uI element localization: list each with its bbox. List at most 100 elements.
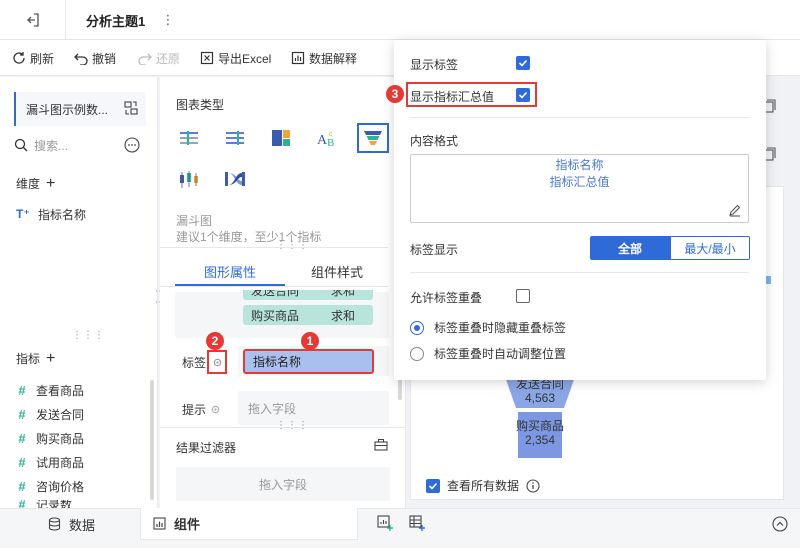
- show-total-checkbox[interactable]: [516, 88, 530, 102]
- table-chart-icon[interactable]: [174, 124, 204, 152]
- tab-component-style[interactable]: 组件样式: [285, 258, 389, 284]
- refresh-label: 刷新: [30, 51, 55, 66]
- label-field-pill[interactable]: 指标名称: [243, 349, 374, 374]
- treemap-chart-icon[interactable]: [266, 124, 296, 152]
- metric-label: 购买商品: [36, 431, 85, 446]
- splitter-handle[interactable]: ⋮⋮⋮: [72, 330, 105, 341]
- add-dimension-icon[interactable]: +: [46, 175, 55, 192]
- metric-pill-agg: 求和: [330, 308, 355, 323]
- sankey-chart-icon[interactable]: [220, 165, 250, 193]
- label-display-minmax-button[interactable]: 最大/最小: [670, 236, 750, 260]
- radio-adjust-label: 标签重叠时自动调整位置: [434, 347, 567, 361]
- tab-graph-properties[interactable]: 图形属性: [175, 258, 285, 284]
- metric-label: 咨询价格: [36, 479, 85, 494]
- add-metric-icon[interactable]: +: [46, 350, 55, 367]
- number-field-icon: #: [18, 430, 26, 446]
- metric-pill-buy[interactable]: 购买商品 求和: [243, 305, 373, 325]
- word-cloud-icon[interactable]: ABc: [312, 124, 342, 152]
- overlap-hide-option[interactable]: 标签重叠时隐藏重叠标签: [410, 319, 566, 336]
- chart-type-title: 图表类型: [176, 98, 225, 112]
- metric-title: 指标: [16, 352, 41, 366]
- undo-button[interactable]: 撤销: [74, 48, 116, 68]
- bottom-tab-component-label: 组件: [174, 517, 201, 532]
- divider: [160, 286, 388, 287]
- number-field-icon: #: [18, 382, 26, 398]
- metric-pill-label: 购买商品: [251, 308, 300, 323]
- exit-icon: [26, 13, 39, 27]
- edit-icon[interactable]: [728, 203, 742, 220]
- dataset-switch-icon[interactable]: [124, 101, 138, 118]
- filter-settings-icon[interactable]: [374, 438, 388, 454]
- add-table-icon[interactable]: [409, 515, 425, 534]
- tooltip-drop-zone[interactable]: 拖入字段: [238, 391, 389, 425]
- metric-pill-label: 发送合同: [251, 290, 300, 298]
- funnel-label-value: 2,354: [524, 433, 556, 447]
- label-field-text: 指标名称: [253, 355, 302, 369]
- result-filter-title: 结果过滤器: [176, 441, 237, 455]
- collapse-up-icon[interactable]: [772, 516, 788, 535]
- detail-table-icon[interactable]: [220, 124, 250, 152]
- label-display-title: 标签显示: [410, 243, 459, 257]
- metric-item[interactable]: # 发送合同: [16, 405, 84, 423]
- show-label-text: 显示标签: [410, 58, 459, 72]
- left-scrollbar[interactable]: [150, 380, 154, 500]
- show-label-checkbox[interactable]: [516, 56, 530, 70]
- redo-button[interactable]: 还原: [138, 48, 180, 68]
- metric-item[interactable]: # 购买商品: [16, 429, 84, 447]
- metric-label: 查看商品: [36, 383, 85, 398]
- more-vertical-icon[interactable]: ⋮: [160, 12, 176, 28]
- view-all-data-toggle[interactable]: 查看所有数据: [426, 477, 540, 494]
- metric-item[interactable]: # 查看商品: [16, 381, 84, 399]
- dataset-name: 漏斗图示例数...: [26, 102, 109, 117]
- more-options-icon[interactable]: [124, 137, 140, 156]
- filter-splitter[interactable]: ⋮⋮⋮: [276, 420, 309, 431]
- data-explain-label: 数据解释: [309, 51, 358, 66]
- metric-item[interactable]: # 记录数: [16, 500, 72, 508]
- analysis-tab-title[interactable]: 分析主题1: [66, 0, 196, 40]
- radio-hide-label: 标签重叠时隐藏重叠标签: [434, 321, 567, 335]
- metric-section: 指标 +: [16, 350, 55, 367]
- database-icon: [48, 517, 61, 531]
- config-splitter[interactable]: ⋮⋮⋮: [276, 240, 309, 251]
- export-excel-button[interactable]: 导出Excel: [200, 48, 271, 68]
- format-token-name: 指标名称: [555, 158, 604, 172]
- back-button[interactable]: [0, 0, 66, 40]
- metric-item[interactable]: # 试用商品: [16, 453, 84, 471]
- redo-icon: [138, 53, 152, 65]
- bottom-tab-data[interactable]: 数据: [36, 508, 140, 540]
- metric-label: 试用商品: [36, 455, 85, 470]
- radio-hide-overlap[interactable]: [410, 320, 424, 335]
- step-badge-1: 1: [301, 332, 319, 350]
- field-search[interactable]: 搜索...: [14, 136, 114, 154]
- overlap-adjust-option[interactable]: 标签重叠时自动调整位置: [410, 345, 566, 362]
- radio-auto-adjust[interactable]: [410, 346, 424, 361]
- refresh-button[interactable]: 刷新: [12, 48, 54, 68]
- metric-pill-agg: 求和: [330, 290, 355, 298]
- search-input[interactable]: 搜索...: [34, 137, 68, 154]
- filter-drop-zone[interactable]: 拖入字段: [176, 467, 390, 501]
- allow-overlap-checkbox[interactable]: [516, 289, 530, 303]
- dimension-label: 指标名称: [38, 207, 87, 222]
- dimension-item[interactable]: T⁺ 指标名称: [16, 205, 86, 223]
- label-settings-button[interactable]: [207, 350, 227, 374]
- metric-item[interactable]: # 咨询价格: [16, 477, 84, 495]
- data-explain-button[interactable]: 数据解释: [291, 48, 357, 68]
- filter-drop-placeholder: 拖入字段: [258, 477, 307, 492]
- undo-label: 撤销: [92, 51, 117, 66]
- gear-icon[interactable]: [210, 404, 221, 415]
- label-display-all-button[interactable]: 全部: [590, 236, 670, 260]
- tooltip-row-title: 提示: [182, 403, 207, 417]
- bottom-tab-data-label: 数据: [69, 517, 96, 533]
- undo-icon: [74, 53, 88, 65]
- funnel-chart-icon[interactable]: [357, 123, 389, 153]
- add-chart-icon[interactable]: [377, 515, 393, 534]
- gear-icon: [213, 358, 221, 366]
- show-total-text: 显示指标汇总值: [410, 90, 495, 104]
- view-all-checkbox[interactable]: [426, 478, 440, 493]
- info-icon[interactable]: [526, 478, 540, 493]
- allow-overlap-text: 允许标签重叠: [410, 291, 483, 305]
- metric-pill-send-contract[interactable]: 发送合同 求和: [243, 290, 373, 300]
- boxplot-chart-icon[interactable]: [174, 165, 204, 193]
- label-row-title: 标签: [182, 356, 207, 370]
- bottom-tab-component[interactable]: 组件: [140, 508, 358, 540]
